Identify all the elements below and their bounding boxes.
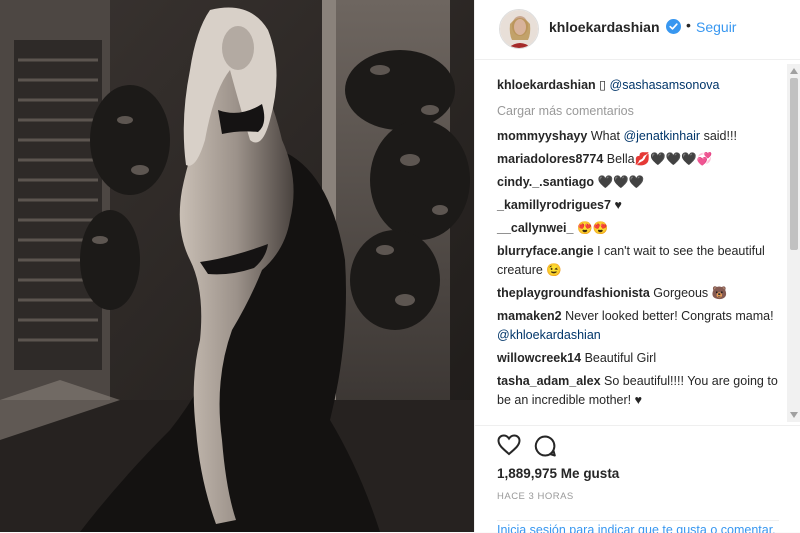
load-more-comments-link[interactable]: Cargar más comentarios	[497, 104, 634, 118]
comment-item: tasha_adam_alex So beautiful!!!! You are…	[497, 372, 779, 410]
comment-username[interactable]: willowcreek14	[497, 351, 581, 365]
scroll-up-arrow-icon[interactable]	[789, 66, 799, 76]
comment-username[interactable]: mamaken2	[497, 309, 562, 323]
post-photo[interactable]	[0, 0, 474, 532]
like-heart-icon[interactable]	[497, 434, 521, 456]
header-separator-dot: •	[686, 17, 691, 33]
comment-bubble-icon[interactable]	[533, 434, 557, 458]
comment-username[interactable]: __callynwei_	[497, 221, 573, 235]
comment-item: cindy._.santiago 🖤🖤🖤	[497, 173, 779, 192]
login-to-comment-bar: Inicia sesión para indicar que te gusta …	[497, 520, 779, 533]
comment-item: blurryface.angie I can't wait to see the…	[497, 242, 779, 280]
caption-mention[interactable]: @sashasamsonova	[610, 78, 720, 92]
comment-item: mariadolores8774 Bella💋🖤🖤🖤💞	[497, 150, 779, 169]
comment-mention[interactable]: @jenatkinhair	[623, 129, 700, 143]
post-header: khloekardashian • Seguir	[475, 0, 800, 60]
likes-count[interactable]: 1,889,975 Me gusta	[497, 466, 619, 481]
comment-item: __callynwei_ 😍😍	[497, 219, 779, 238]
comment-text: What	[590, 129, 624, 143]
comment-item: mommyyshayy What @jenatkinhair said!!!	[497, 127, 779, 146]
comments-list[interactable]: khloekardashian ▯ @sashasamsonova Cargar…	[475, 64, 787, 424]
comment-username[interactable]: mommyyshayy	[497, 129, 587, 143]
comment-text: 😍😍	[576, 221, 609, 235]
instagram-post: khloekardashian • Seguir khloekardashian…	[0, 0, 800, 533]
caption-glyph: ▯	[599, 78, 607, 92]
comment-mention[interactable]: @khloekardashian	[497, 328, 601, 342]
comment-item: theplaygroundfashionista Gorgeous 🐻	[497, 284, 779, 303]
post-side-panel: khloekardashian • Seguir khloekardashian…	[474, 0, 800, 533]
comment-item: _kamillyrodrigues7 ♥	[497, 196, 779, 215]
comment-username[interactable]: theplaygroundfashionista	[497, 286, 650, 300]
comment-item: mamaken2 Never looked better! Congrats m…	[497, 307, 779, 345]
photo-illustration	[0, 0, 474, 532]
verified-badge-icon	[666, 19, 681, 34]
scrollbar-thumb[interactable]	[790, 78, 798, 250]
comment-item: willowcreek14 Beautiful Girl	[497, 349, 779, 368]
caption: khloekardashian ▯ @sashasamsonova	[497, 76, 779, 95]
comment-text: ♥	[614, 198, 622, 212]
comment-text: Beautiful Girl	[584, 351, 657, 365]
comment-username[interactable]: mariadolores8774	[497, 152, 603, 166]
post-timestamp[interactable]: HACE 3 HORAS	[497, 491, 574, 502]
caption-username[interactable]: khloekardashian	[497, 78, 596, 92]
profile-avatar[interactable]	[499, 9, 539, 49]
scroll-down-arrow-icon[interactable]	[789, 410, 799, 420]
comment-text-tail: said!!!	[700, 129, 737, 143]
avatar-image	[500, 10, 538, 48]
comment-text: Bella💋🖤🖤🖤💞	[606, 152, 713, 166]
comment-text: Gorgeous 🐻	[653, 286, 728, 300]
actions-divider	[475, 425, 800, 427]
comment-username[interactable]: blurryface.angie	[497, 244, 594, 258]
comment-username[interactable]: _kamillyrodrigues7	[497, 198, 611, 212]
header-username[interactable]: khloekardashian	[549, 19, 660, 35]
comment-text: 🖤🖤🖤	[597, 175, 645, 189]
comment-username[interactable]: cindy._.santiago	[497, 175, 594, 189]
comment-username[interactable]: tasha_adam_alex	[497, 374, 601, 388]
comment-text: Never looked better! Congrats mama!	[565, 309, 774, 323]
follow-button[interactable]: Seguir	[696, 19, 736, 35]
